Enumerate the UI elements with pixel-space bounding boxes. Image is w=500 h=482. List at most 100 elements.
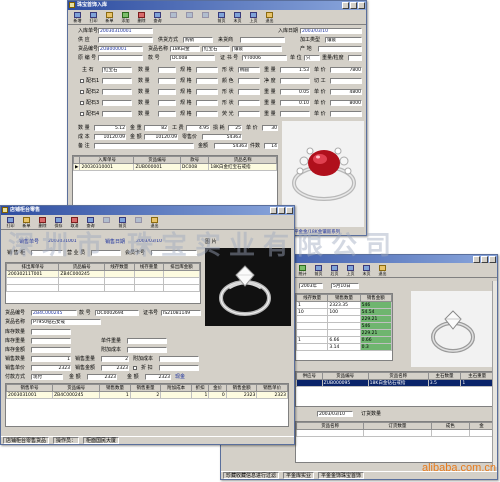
grid-header-goods-no[interactable]: 货品编号 bbox=[52, 384, 101, 392]
toolbar-exit-button[interactable]: 退出 bbox=[262, 11, 277, 24]
table-row[interactable]: 546 bbox=[296, 322, 392, 330]
minimize-button[interactable] bbox=[270, 207, 277, 214]
table-row[interactable]: 2003031001 ZB4C000245 1 2 1 0 2323 2323 bbox=[6, 391, 288, 399]
main-price-field[interactable]: 7800 bbox=[330, 67, 362, 73]
grid-header-gold[interactable]: 金 bbox=[468, 422, 494, 430]
pieces-field[interactable]: 14 bbox=[264, 143, 278, 149]
table-row[interactable] bbox=[6, 277, 200, 285]
salesman-field[interactable] bbox=[91, 250, 121, 256]
toolbar-next-button[interactable]: 后页 bbox=[327, 264, 342, 277]
weight-field[interactable] bbox=[348, 55, 362, 61]
side1-cut[interactable] bbox=[330, 78, 362, 84]
grid-header-sell-doc[interactable]: 销售单号 bbox=[6, 384, 54, 392]
grid-header-supplier[interactable]: 供应号 bbox=[296, 372, 323, 380]
grid-header-sell-qty[interactable]: 销售数量 bbox=[99, 384, 131, 392]
minimize-button[interactable] bbox=[473, 256, 480, 263]
gold-weight-field[interactable]: 82 bbox=[144, 125, 168, 131]
side1-name[interactable] bbox=[102, 78, 132, 84]
toolbar-search-button[interactable]: 查询 bbox=[83, 216, 98, 229]
side4-name[interactable] bbox=[102, 111, 132, 117]
grid-header-out-doc[interactable]: 排出库单号 bbox=[6, 263, 60, 271]
side2-name[interactable] bbox=[102, 89, 132, 95]
total-field[interactable]: 10120.09 bbox=[94, 134, 126, 140]
grid-header-goods-no[interactable]: 货品编号 bbox=[58, 263, 105, 271]
toolbar-cancel-button[interactable]: 取消 bbox=[67, 216, 82, 229]
vertical-scrollbar[interactable] bbox=[492, 281, 497, 467]
grid-header-gold-price[interactable]: 金价 bbox=[208, 384, 227, 392]
date-to-field[interactable]: 5月10日 bbox=[331, 283, 359, 289]
table-row[interactable] bbox=[6, 284, 200, 292]
toolbar-blank2-button[interactable] bbox=[182, 11, 197, 24]
main-spec-field[interactable] bbox=[196, 67, 218, 73]
sell-amt-field[interactable]: 2323 bbox=[101, 365, 129, 371]
toolbar-stats-button[interactable]: 统计 bbox=[295, 264, 310, 277]
date-field[interactable]: 2003/03/10 bbox=[300, 28, 362, 34]
side4-spec[interactable] bbox=[196, 111, 218, 117]
category-field[interactable]: 镶嵌 bbox=[232, 46, 282, 52]
table-row[interactable]: 1 2323.35 546 bbox=[296, 301, 392, 309]
table-row[interactable]: 229.21 bbox=[296, 329, 392, 337]
side4-price[interactable] bbox=[330, 111, 362, 117]
pay-method-select[interactable]: 购销 bbox=[183, 37, 213, 43]
retail-date-field[interactable]: 2003/03/10 bbox=[135, 239, 175, 245]
grid-header-color[interactable]: 成色 bbox=[430, 422, 470, 430]
side3-shape[interactable] bbox=[238, 100, 260, 106]
amount-field[interactable]: 10120.09 bbox=[144, 134, 178, 140]
goods-name-field[interactable]: PT950钻石女戒 bbox=[31, 319, 101, 325]
customer-field[interactable] bbox=[151, 250, 197, 256]
amount2-field[interactable]: 54363 bbox=[214, 143, 248, 149]
grid-header-sell-price[interactable]: 销售单价 bbox=[256, 384, 288, 392]
toolbar-print-button[interactable]: 打印 bbox=[86, 11, 101, 24]
close-button[interactable] bbox=[358, 2, 365, 9]
category-type-select[interactable]: 镶嵌 bbox=[325, 37, 362, 43]
main-qty-field[interactable] bbox=[158, 67, 176, 73]
grid-header-style[interactable]: 款号 bbox=[179, 156, 210, 164]
maximize-button[interactable] bbox=[481, 256, 488, 263]
note-field[interactable] bbox=[94, 143, 194, 149]
side1-qty[interactable] bbox=[158, 78, 176, 84]
table-row[interactable]: ▶ 20030310001 ZUB000001 DC008 18K白金红宝石戒指 bbox=[73, 163, 277, 171]
side3-checkbox[interactable] bbox=[80, 101, 84, 105]
side4-checkbox[interactable] bbox=[80, 112, 84, 116]
side2-weight[interactable]: 0.05 bbox=[280, 89, 310, 95]
grid-header-stock-wt[interactable]: 线存重量 bbox=[133, 263, 165, 271]
unit-price-field[interactable]: 30 bbox=[262, 125, 278, 131]
grid-header-sell-qty[interactable]: 销售数量 bbox=[327, 294, 361, 302]
toolbar-last-button[interactable]: 末页 bbox=[230, 11, 245, 24]
retail-field[interactable]: 54363 bbox=[202, 134, 242, 140]
retail-window-titlebar[interactable]: 店铺柜台零售 bbox=[1, 206, 294, 215]
qty-field[interactable]: 5.12 bbox=[94, 125, 126, 131]
side3-spec[interactable] bbox=[196, 100, 218, 106]
grid-header-discount[interactable]: 折扣 bbox=[190, 384, 210, 392]
side2-price[interactable]: 4800 bbox=[330, 89, 362, 95]
grid-header-order-qty[interactable]: 订货数量 bbox=[363, 422, 432, 430]
grid-header-sell-amt[interactable]: 销售金额 bbox=[359, 294, 392, 302]
toolbar-last-button[interactable]: 末页 bbox=[359, 264, 374, 277]
grid-header-goods-name[interactable]: 货品名称 bbox=[296, 422, 365, 430]
table-row[interactable]: 10 100 54.54 bbox=[296, 308, 392, 316]
side4-fluor[interactable] bbox=[238, 111, 260, 117]
toolbar-first-button[interactable]: 前页 bbox=[115, 216, 130, 229]
sale-mode-field[interactable] bbox=[240, 37, 285, 43]
cert-no-field[interactable]: YT0006 bbox=[242, 55, 287, 61]
sell-price-field[interactable]: 2323 bbox=[31, 365, 71, 371]
side4-weight[interactable] bbox=[280, 111, 310, 117]
toolbar-newdoc-button[interactable]: 新单 bbox=[102, 11, 117, 24]
toolbar-search-button[interactable]: 查询 bbox=[150, 11, 165, 24]
discount-checkbox[interactable] bbox=[133, 366, 137, 370]
grid-header-main-wt[interactable]: 主石重量 bbox=[460, 372, 494, 380]
cert-field[interactable]: IS21081149 bbox=[161, 310, 201, 316]
table-row[interactable]: 229.21 bbox=[296, 315, 392, 323]
labor-field[interactable]: 4.95 bbox=[186, 125, 210, 131]
close-button[interactable] bbox=[286, 207, 293, 214]
grid-header-stock-qty[interactable]: 线存数量 bbox=[296, 294, 329, 302]
vendor-code-field[interactable] bbox=[98, 55, 143, 61]
add-cost-field[interactable] bbox=[159, 356, 199, 362]
side3-name[interactable] bbox=[102, 100, 132, 106]
grid-header-add-cost[interactable]: 附加成本 bbox=[160, 384, 192, 392]
sell-qty-field[interactable]: 1 bbox=[31, 356, 71, 362]
cash-field[interactable]: 2323 bbox=[145, 374, 171, 380]
toolbar-prev-button[interactable]: 上页 bbox=[343, 264, 358, 277]
grid-header-out-amt[interactable]: 排出库金额 bbox=[163, 263, 200, 271]
side2-qty[interactable] bbox=[158, 89, 176, 95]
